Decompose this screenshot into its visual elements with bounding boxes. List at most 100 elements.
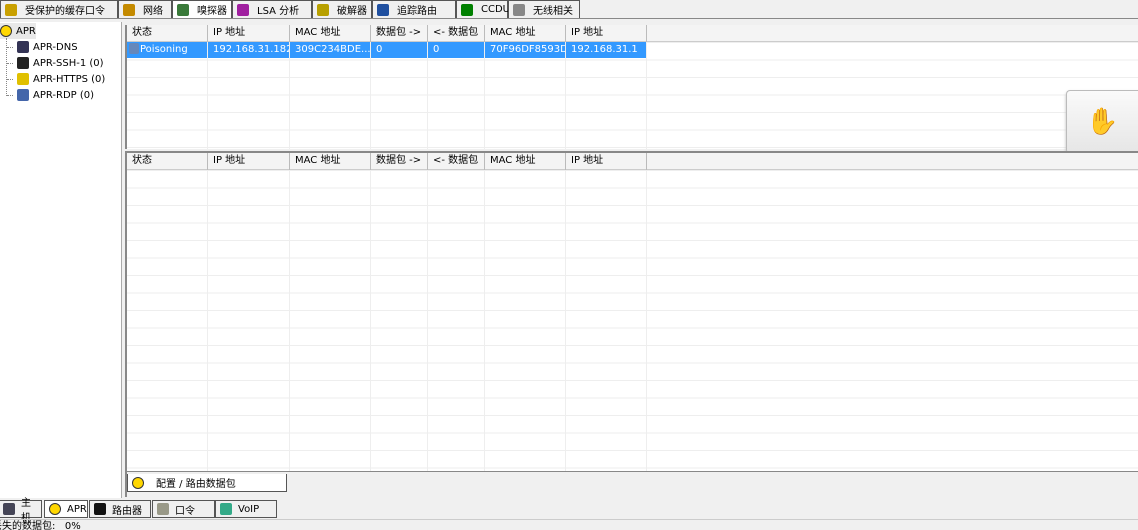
radiation-icon: [132, 476, 144, 489]
voip-icon: [220, 503, 232, 515]
tree-item-label: APR-RDP (0): [33, 89, 95, 101]
column-divider: [646, 42, 647, 149]
tree-item[interactable]: APR-RDP (0): [7, 87, 94, 103]
tab-5[interactable]: 追踪路由: [372, 0, 456, 18]
tab-label: 破解器: [337, 6, 367, 17]
status-bar: 丢失的数据包: 0%: [0, 519, 1138, 530]
tab-7[interactable]: 无线相关: [508, 0, 580, 18]
tab-4[interactable]: 破解器: [312, 0, 372, 18]
tree-item-label: APR-SSH-1 (0): [33, 57, 104, 69]
column-header[interactable]: MAC 地址: [485, 25, 566, 42]
cell-text: 192.168.31.1: [571, 44, 638, 55]
tree-item[interactable]: APR-DNS: [7, 39, 78, 55]
column-header[interactable]: MAC 地址: [485, 153, 566, 170]
tab-6[interactable]: CCDU: [456, 0, 510, 18]
grid: [127, 170, 1138, 471]
tab-label: 追踪路由: [397, 6, 437, 17]
cell-text: 0: [376, 44, 383, 55]
column-header[interactable]: IP 地址: [566, 153, 647, 170]
grid: [127, 42, 1138, 149]
sniffer-icon: [177, 3, 189, 16]
column-divider: [370, 170, 371, 471]
column-header[interactable]: MAC 地址: [290, 25, 371, 42]
config-tab[interactable]: 配置 / 路由数据包: [127, 474, 287, 492]
column-divider: [484, 170, 485, 471]
rdp-icon: [17, 89, 29, 101]
globe-icon: [123, 3, 135, 16]
column-header[interactable]: IP 地址: [208, 153, 290, 170]
traceroute-icon: [377, 3, 389, 16]
column-divider: [289, 42, 290, 149]
terminal-icon: [17, 57, 29, 69]
cell-text: 70F96DF8593D: [490, 44, 566, 55]
bottom-tab-2[interactable]: 路由器: [89, 500, 151, 518]
radiation-icon: [49, 503, 61, 515]
apr-tree: APR APR-DNS APR-SSH-1 (0) APR-HTTPS (0) APR…: [0, 22, 122, 498]
config-tab-strip: 配置 / 路由数据包: [125, 471, 1138, 497]
upper-list: 状态 IP 地址 MAC 地址 数据包 -> <- 数据包 MAC 地址 IP 地址 Poi…: [125, 25, 1138, 154]
tree-item-label: APR-HTTPS (0): [33, 73, 106, 85]
radiation-icon: [0, 25, 12, 37]
column-header[interactable]: 状态: [127, 153, 208, 170]
ccdu-icon: [461, 3, 473, 16]
cell-text: 192.168.31.182: [213, 44, 290, 55]
table-cell: Poisoning: [127, 42, 208, 58]
key-icon: [157, 503, 169, 515]
tab-0[interactable]: 受保护的缓存口令: [0, 0, 118, 18]
bottom-tab-label: VoIP: [238, 503, 260, 515]
column-divider: [565, 42, 566, 149]
tab-2[interactable]: 嗅探器: [172, 0, 232, 18]
tree-root-apr[interactable]: APR: [0, 23, 36, 39]
tab-label: 受保护的缓存口令: [25, 6, 105, 17]
network-icon: [17, 41, 29, 53]
tab-1[interactable]: 网络: [118, 0, 172, 18]
tab-3[interactable]: LSA 分析: [232, 0, 312, 18]
column-divider: [207, 170, 208, 471]
cracker-icon: [317, 3, 329, 16]
wireless-icon: [513, 3, 525, 16]
computer-icon: [3, 503, 15, 515]
column-header[interactable]: IP 地址: [208, 25, 290, 42]
upper-list-header: 状态 IP 地址 MAC 地址 数据包 -> <- 数据包 MAC 地址 IP 地址: [127, 25, 1138, 42]
lower-list: 状态 IP 地址 MAC 地址 数据包 -> <- 数据包 MAC 地址 IP 地址: [125, 151, 1138, 471]
hand-icon[interactable]: ✋: [1066, 90, 1138, 154]
tree-root-label: APR: [16, 25, 36, 37]
bottom-tab-label: APR: [67, 503, 87, 515]
lower-list-header: 状态 IP 地址 MAC 地址 数据包 -> <- 数据包 MAC 地址 IP 地址: [127, 153, 1138, 170]
column-header[interactable]: 数据包 ->: [371, 25, 428, 42]
column-divider: [207, 42, 208, 149]
cell-text: 309C234BDE...: [295, 44, 371, 55]
lock-cache-icon: [5, 3, 17, 16]
tree-item[interactable]: APR-SSH-1 (0): [7, 55, 104, 71]
module-tab-bar: 受保护的缓存口令 网络 嗅探器 LSA 分析 破解器 追踪路由 CCDU 无线相关: [0, 0, 1138, 19]
column-header[interactable]: 状态: [127, 25, 208, 42]
column-header[interactable]: <- 数据包: [428, 25, 485, 42]
table-cell: 70F96DF8593D: [485, 42, 566, 58]
tab-label: 无线相关: [533, 6, 573, 17]
table-cell: 0: [371, 42, 428, 58]
table-cell: 192.168.31.1: [566, 42, 647, 58]
bottom-tab-3[interactable]: 口令: [152, 500, 215, 518]
column-divider: [427, 42, 428, 149]
table-cell: 0: [428, 42, 485, 58]
move-arrows-icon: [94, 503, 106, 515]
column-divider: [427, 170, 428, 471]
column-header[interactable]: IP 地址: [566, 25, 647, 42]
table-row[interactable]: Poisoning 192.168.31.182 309C234BDE... 0 0 70…: [127, 42, 647, 58]
column-header[interactable]: MAC 地址: [290, 153, 371, 170]
tree-item-label: APR-DNS: [33, 41, 78, 53]
column-divider: [565, 170, 566, 471]
cell-text: Poisoning: [140, 44, 188, 55]
tab-label: CCDU: [481, 4, 510, 15]
column-divider: [484, 42, 485, 149]
bottom-tab-label: 路由器: [112, 505, 142, 517]
bottom-tab-0[interactable]: 主机: [0, 498, 42, 524]
column-divider: [289, 170, 290, 471]
bottom-tab-4[interactable]: VoIP: [215, 500, 277, 518]
tree-item[interactable]: APR-HTTPS (0): [7, 71, 105, 87]
bottom-tab-1[interactable]: APR: [44, 500, 88, 518]
column-header[interactable]: 数据包 ->: [371, 153, 428, 170]
column-header[interactable]: <- 数据包: [428, 153, 485, 170]
config-tab-label: 配置 / 路由数据包: [156, 479, 236, 490]
column-divider: [370, 42, 371, 149]
